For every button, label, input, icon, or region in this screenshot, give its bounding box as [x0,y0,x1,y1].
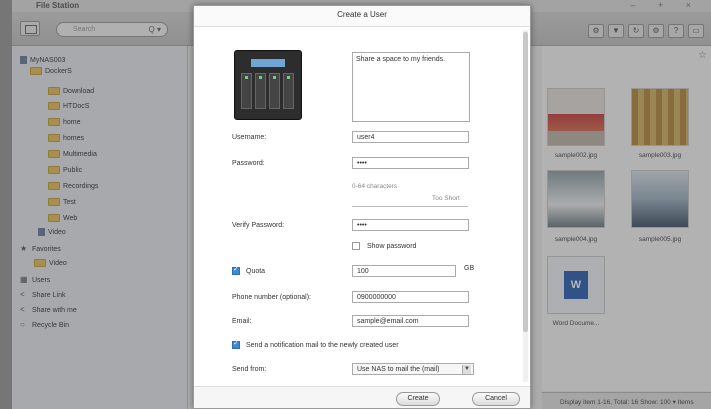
notification-checkbox[interactable] [232,339,240,349]
nas-bay [269,73,280,109]
nas-bay [255,73,266,109]
dialog-footer: Create Cancel [194,386,530,408]
dialog-title: Create a User [194,6,530,27]
create-button[interactable]: Create [396,392,440,406]
phone-label: Phone number (optional): [232,294,311,301]
password-hint: 0-64 characters [352,183,398,190]
nas-device-image [234,50,302,120]
email-label: Email: [232,318,252,325]
scrollbar-thumb[interactable] [523,32,528,332]
notification-label: Send a notification mail to the newly cr… [246,342,399,349]
show-password-label: Show password [367,243,417,250]
password-strength-bar [352,206,468,207]
username-field[interactable]: user4 [352,131,469,143]
verify-password-field[interactable]: •••• [352,219,469,231]
phone-field[interactable]: 0900000000 [352,291,469,303]
cancel-button[interactable]: Cancel [472,392,520,406]
email-field[interactable]: sample@email.com [352,315,469,327]
send-from-select[interactable]: Use NAS to mail the (mail) ▼ [352,363,474,375]
show-password-checkbox[interactable] [352,242,360,250]
create-user-dialog: Create a User Share a space to my friend… [193,5,531,409]
send-from-value: Use NAS to mail the (mail) [357,366,440,373]
password-field[interactable]: •••• [352,157,469,169]
quota-unit: GB [464,265,475,272]
quota-field[interactable]: 100 [352,265,456,277]
nas-bay [283,73,294,109]
password-strength: Too Short [432,195,460,202]
quota-checkbox[interactable] [232,265,240,275]
nas-bay [241,73,252,109]
send-from-label: Send from: [232,366,267,373]
quota-label: Quota [246,268,266,275]
username-label: Username: [232,134,267,141]
password-label: Password: [232,160,265,167]
verify-password-label: Verify Password: [232,222,285,229]
chevron-down-icon: ▼ [462,365,471,374]
description-textarea[interactable]: Share a space to my friends. [352,52,470,122]
nas-lcd [251,59,285,67]
